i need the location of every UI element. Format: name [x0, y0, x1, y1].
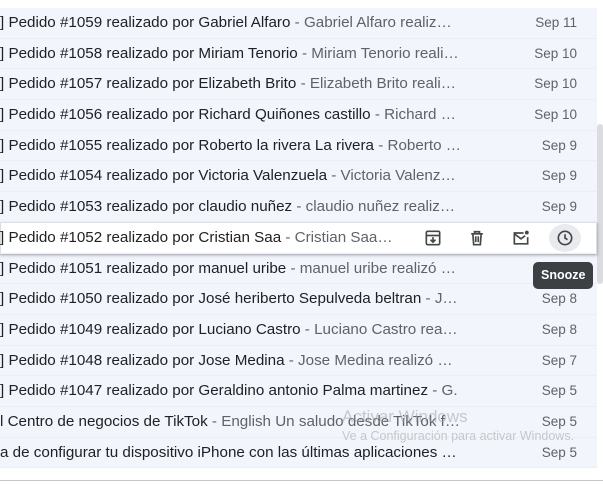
message-summary: ] Pedido #1057 realizado por Elizabeth B… — [0, 69, 470, 99]
message-snippet: Luciano Castro rea… — [314, 320, 458, 338]
message-subject: ] Pedido #1047 realizado por Geraldino a… — [0, 382, 429, 400]
message-date: Sep 5 — [541, 383, 577, 399]
snippet-separator: - — [428, 382, 442, 400]
message-snippet: Roberto … — [387, 136, 461, 154]
message-date: Sep 9 — [541, 168, 577, 184]
message-date: Sep 10 — [534, 45, 577, 61]
message-subject: ] Pedido #1057 realizado por Elizabeth B… — [0, 75, 297, 93]
message-snippet: manuel uribe realizó … — [299, 259, 456, 277]
message-snippet: English Un saludo desde TikTok f… — [221, 412, 461, 430]
message-summary: l Centro de negocios de TikTok - English… — [0, 407, 470, 437]
snippet-separator: - — [421, 290, 435, 308]
list-item[interactable]: ] Pedido #1058 realizado por Miriam Teno… — [0, 38, 597, 70]
message-summary: ] Pedido #1059 realizado por Gabriel Alf… — [0, 8, 470, 38]
message-summary: ] Pedido #1053 realizado por claudio nuñ… — [0, 192, 470, 222]
list-item[interactable]: ] Pedido #1048 realizado por Jose Medina… — [0, 345, 597, 377]
message-date: Sep 7 — [541, 352, 577, 368]
list-item[interactable]: ] Pedido #1047 realizado por Geraldino a… — [0, 376, 597, 407]
message-snippet: Victoria Valenz… — [340, 167, 456, 185]
snippet-separator: - — [374, 136, 388, 154]
snippet-separator: - — [327, 167, 341, 185]
message-summary: ] Pedido #1050 realizado por José heribe… — [0, 284, 470, 314]
message-list: ] Pedido #1059 realizado por Gabriel Alf… — [0, 8, 597, 469]
message-snippet: claudio nuñez realiz… — [305, 198, 456, 216]
snooze-button[interactable] — [549, 223, 581, 252]
trash-icon — [467, 228, 487, 248]
list-item[interactable]: ] Pedido #1053 realizado por claudio nuñ… — [0, 192, 597, 223]
message-summary: ] Pedido #1054 realizado por Victoria Va… — [0, 161, 470, 191]
list-item[interactable]: l Centro de negocios de TikTok - English… — [0, 406, 597, 438]
message-snippet: J… — [434, 290, 458, 308]
snippet-separator: - — [300, 320, 315, 338]
gmail-message-list-view: ] Pedido #1059 realizado por Gabriel Alf… — [0, 0, 603, 485]
message-date: Sep 10 — [534, 107, 577, 123]
message-summary: a de configurar tu dispositivo iPhone co… — [0, 438, 470, 468]
message-snippet: Gabriel Alfaro realiz… — [303, 14, 452, 31]
message-date: Sep 5 — [541, 444, 577, 460]
message-subject: ] Pedido #1048 realizado por Jose Medina — [0, 351, 285, 369]
message-date: Sep 5 — [541, 413, 577, 429]
message-subject: ] Pedido #1051 realizado por manuel urib… — [0, 259, 287, 277]
snippet-separator: - — [297, 44, 312, 62]
message-summary: ] Pedido #1048 realizado por Jose Medina… — [0, 346, 470, 376]
list-item[interactable]: ] Pedido #1049 realizado por Luciano Cas… — [0, 314, 597, 346]
list-item[interactable]: ] Pedido #1052 realizado por Cristian Sa… — [0, 222, 597, 254]
message-subject: ] Pedido #1058 realizado por Miriam Teno… — [0, 44, 298, 62]
message-summary: ] Pedido #1047 realizado por Geraldino a… — [0, 376, 470, 406]
snippet-separator: - — [290, 14, 304, 31]
message-snippet: G. — [441, 382, 458, 400]
list-item[interactable]: ] Pedido #1050 realizado por José heribe… — [0, 284, 597, 315]
message-subject: ] Pedido #1055 realizado por Roberto la … — [0, 136, 374, 154]
snippet-separator: - — [292, 198, 306, 216]
message-summary: ] Pedido #1058 realizado por Miriam Teno… — [0, 39, 470, 69]
message-subject: ] Pedido #1053 realizado por claudio nuñ… — [0, 198, 293, 216]
message-date: Sep 9 — [541, 199, 577, 215]
archive-button[interactable] — [417, 224, 449, 252]
message-subject: ] Pedido #1059 realizado por Gabriel Alf… — [0, 14, 291, 31]
list-item[interactable]: ] Pedido #1054 realizado por Victoria Va… — [0, 161, 597, 193]
snippet-separator: - — [281, 228, 295, 246]
message-subject: a de configurar tu dispositivo iPhone co… — [0, 443, 457, 461]
snippet-separator: - — [296, 75, 310, 93]
delete-button[interactable] — [461, 224, 493, 252]
message-summary: ] Pedido #1051 realizado por manuel urib… — [0, 254, 470, 284]
scrollbar[interactable] — [597, 124, 603, 284]
hover-actions — [417, 223, 581, 252]
message-snippet: Cristian Saa… — [294, 228, 393, 246]
list-item[interactable]: a de configurar tu dispositivo iPhone co… — [0, 437, 597, 469]
message-summary: ] Pedido #1055 realizado por Roberto la … — [0, 131, 470, 161]
message-date: Sep 10 — [534, 76, 577, 92]
archive-icon — [423, 228, 443, 248]
message-snippet: Miriam Tenorio reali… — [311, 44, 459, 62]
message-subject: ] Pedido #1049 realizado por Luciano Cas… — [0, 320, 301, 338]
message-subject: ] Pedido #1054 realizado por Victoria Va… — [0, 167, 328, 185]
list-item[interactable]: ] Pedido #1056 realizado por Richard Qui… — [0, 100, 597, 131]
divider — [0, 480, 603, 481]
message-summary: ] Pedido #1056 realizado por Richard Qui… — [0, 100, 470, 130]
mark-unread-icon — [511, 228, 531, 248]
message-summary: ] Pedido #1049 realizado por Luciano Cas… — [0, 315, 470, 345]
message-subject: ] Pedido #1050 realizado por José heribe… — [0, 290, 422, 308]
message-summary: ] Pedido #1052 realizado por Cristian Sa… — [0, 223, 398, 253]
snippet-separator: - — [370, 106, 385, 124]
message-date: Sep 8 — [541, 321, 577, 337]
clock-icon — [555, 228, 575, 248]
message-date: Sep 11 — [535, 15, 577, 30]
message-subject: ] Pedido #1052 realizado por Cristian Sa… — [0, 228, 282, 246]
snippet-separator: - — [286, 259, 300, 277]
snippet-separator: - — [207, 412, 222, 430]
snooze-tooltip: Snooze — [533, 262, 594, 289]
message-date: Sep 9 — [541, 137, 577, 153]
message-subject: l Centro de negocios de TikTok — [0, 412, 208, 430]
message-snippet: Richard … — [384, 106, 456, 124]
snippet-separator: - — [284, 351, 299, 369]
mark-as-unread-button[interactable] — [505, 224, 537, 252]
list-item[interactable]: ] Pedido #1057 realizado por Elizabeth B… — [0, 69, 597, 101]
list-item[interactable]: ] Pedido #1055 realizado por Roberto la … — [0, 130, 597, 162]
message-subject: ] Pedido #1056 realizado por Richard Qui… — [0, 106, 371, 124]
message-snippet: Jose Medina realizó … — [298, 351, 453, 369]
list-item[interactable]: ] Pedido #1059 realizado por Gabriel Alf… — [0, 8, 597, 39]
message-snippet: Elizabeth Brito reali… — [309, 75, 456, 93]
list-item[interactable]: ] Pedido #1051 realizado por manuel urib… — [0, 253, 597, 285]
